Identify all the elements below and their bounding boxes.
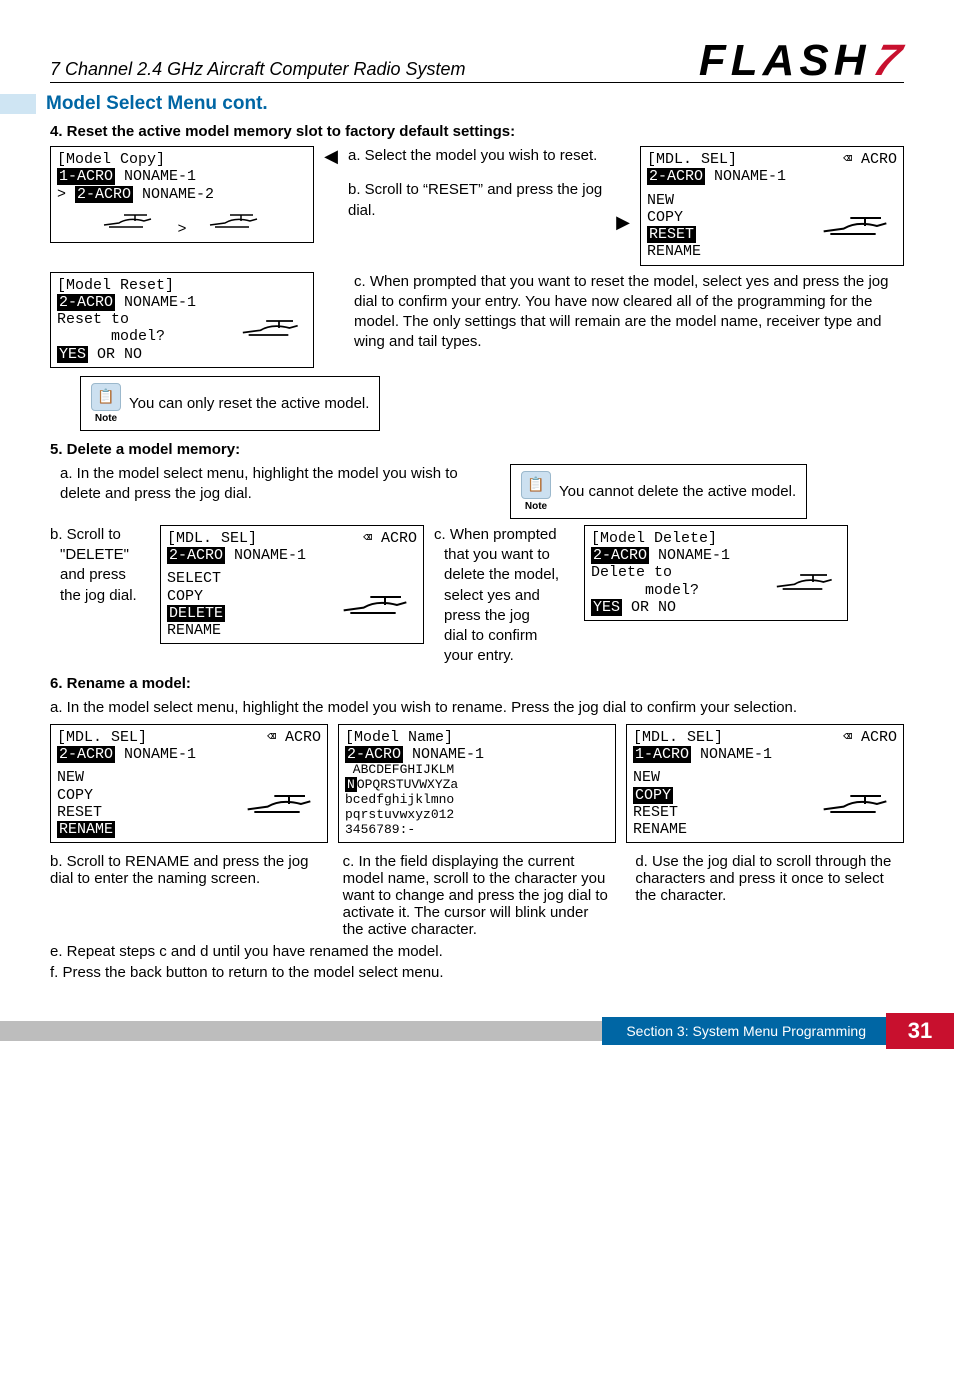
heli-icon xyxy=(771,567,841,597)
lcd-model-name: [Model Name] 2-ACRO NONAME-1 ABCDEFGHIJK… xyxy=(338,724,616,843)
note-icon: 📋 xyxy=(521,471,551,499)
page-header-title: 7 Channel 2.4 GHz Aircraft Computer Radi… xyxy=(50,59,466,80)
step6-title: 6. Rename a model: xyxy=(50,675,904,692)
step4-b-text: b. Scroll to “RESET” and press the jog d… xyxy=(348,180,606,221)
lcd-mdl-sel-delete: [MDL. SEL]⌫ ACRO 2-ACRO NONAME-1 SELECT … xyxy=(160,525,424,645)
step6-a-text: a. In the model select menu, highlight t… xyxy=(50,698,904,718)
step5-c-l1: c. When prompted xyxy=(434,525,574,545)
heli-icon xyxy=(241,786,321,822)
step5-c-l2: that you want to xyxy=(444,545,574,565)
step6-b-text: b. Scroll to RENAME and press the jog di… xyxy=(50,853,319,938)
page-footer: Section 3: System Menu Programming 31 xyxy=(0,1013,954,1049)
step4-a-text: a. Select the model you wish to reset. xyxy=(348,146,606,166)
heli-icon xyxy=(237,313,307,343)
step5-c-l6: dial to confirm xyxy=(444,626,574,646)
step6-c-text: c. In the field displaying the current m… xyxy=(343,853,612,938)
step5-c-l4: select yes and xyxy=(444,586,574,606)
note-reset-active: 📋 Note You can only reset the active mod… xyxy=(80,376,380,431)
heli-icon xyxy=(817,786,897,822)
section-title: Model Select Menu cont. xyxy=(46,93,268,115)
left-arrow-icon: ◀ xyxy=(324,146,338,167)
lcd-model-delete: [Model Delete] 2-ACRO NONAME-1 Delete to… xyxy=(584,525,848,621)
lcd-rename-result: [MDL. SEL]⌫ ACRO 1-ACRO NONAME-1 NEW COP… xyxy=(626,724,904,844)
heli-icon xyxy=(99,209,159,233)
flash-logo: FLASH7 xyxy=(699,36,904,86)
step5-b-rest2: the jog dial. xyxy=(60,586,150,606)
footer-page-number: 31 xyxy=(886,1013,954,1049)
lcd-model-reset: [Model Reset] 2-ACRO NONAME-1 Reset to m… xyxy=(50,272,314,368)
footer-section-label: Section 3: System Menu Programming xyxy=(602,1017,890,1045)
note-delete-active: 📋 Note You cannot delete the active mode… xyxy=(510,464,807,519)
step5-b-rest1: and press xyxy=(60,565,150,585)
heli-icon xyxy=(817,208,897,244)
heli-icon xyxy=(337,587,417,623)
heli-icon xyxy=(205,209,265,233)
lcd-model-copy: [Model Copy] 1-ACRO NONAME-1 > 2-ACRO NO… xyxy=(50,146,314,243)
note-icon: 📋 xyxy=(91,383,121,411)
lcd-mdl-sel-reset: [MDL. SEL]⌫ ACRO 2-ACRO NONAME-1 NEW COP… xyxy=(640,146,904,266)
step5-b-word: "DELETE" xyxy=(60,545,150,565)
step4-c-text: c. When prompted that you want to reset … xyxy=(324,272,904,353)
step5-b-prefix: b. Scroll to xyxy=(50,525,150,545)
right-arrow-icon: ▶ xyxy=(616,146,630,233)
step5-c-l7: your entry. xyxy=(444,646,574,666)
step6-e-text: e. Repeat steps c and d until you have r… xyxy=(50,942,904,962)
step6-d-text: d. Use the jog dial to scroll through th… xyxy=(635,853,904,938)
step5-c-l5: press the jog xyxy=(444,606,574,626)
lcd-rename-sel: [MDL. SEL]⌫ ACRO 2-ACRO NONAME-1 NEW COP… xyxy=(50,724,328,844)
section-tab xyxy=(0,94,36,114)
step6-f-text: f. Press the back button to return to th… xyxy=(50,963,904,983)
step5-a-text: a. In the model select menu, highlight t… xyxy=(50,464,480,505)
step5-title: 5. Delete a model memory: xyxy=(50,441,904,458)
step5-c-l3: delete the model, xyxy=(444,565,574,585)
step4-title: 4. Reset the active model memory slot to… xyxy=(50,123,904,140)
